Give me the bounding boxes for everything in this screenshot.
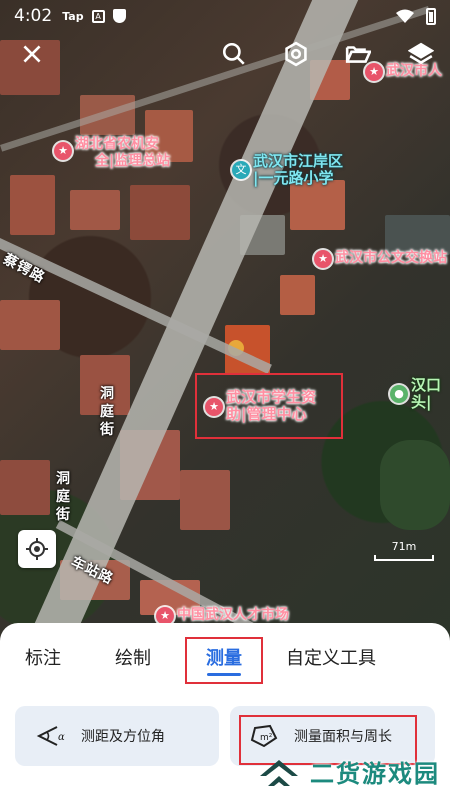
tap-app-icon: Tap: [62, 9, 84, 23]
street-label: 洞 庭 街: [100, 386, 115, 438]
notification-icon: A: [91, 9, 105, 23]
close-button[interactable]: [16, 38, 48, 70]
battery-icon: [426, 7, 436, 25]
locate-button[interactable]: [18, 530, 56, 568]
shield-icon: [112, 9, 126, 23]
poi-hankou[interactable]: ● 汉口 头|: [390, 377, 441, 411]
tools-sheet: 标注 绘制 测量 自定义工具 α 测距及方位角 m² 测量面积与周长 二货游戏园: [0, 623, 450, 799]
map-toolbar: [0, 32, 450, 76]
park-icon: ●: [390, 385, 408, 403]
tab-annotate[interactable]: 标注: [25, 647, 61, 671]
street-label: 洞 庭 街: [56, 471, 71, 523]
search-icon: [222, 42, 245, 65]
status-time: 4:02: [14, 6, 53, 26]
angle-icon: α: [36, 726, 65, 746]
status-bar: 4:02 Tap A: [0, 0, 450, 32]
poi-agri-machinery[interactable]: ★ 湖北省农机安 全|监理总站: [54, 136, 170, 170]
measure-distance-button[interactable]: α 测距及方位角: [15, 706, 219, 766]
close-icon: [23, 45, 41, 63]
tab-draw[interactable]: 绘制: [115, 647, 151, 671]
satellite-map[interactable]: ★ 武汉市人 ★ 湖北省农机安 全|监理总站 文 武汉市江岸区 |一元路小学 ★…: [0, 0, 450, 660]
svg-text:α: α: [58, 732, 65, 743]
crosshair-icon: [26, 538, 48, 560]
poi-star-icon: ★: [314, 250, 332, 268]
tool-tabs: 标注 绘制 测量 自定义工具: [0, 623, 450, 693]
poi-star-icon: ★: [54, 142, 72, 160]
tab-custom-tools[interactable]: 自定义工具: [286, 647, 376, 671]
tab-highlight-box: [185, 637, 263, 684]
search-button[interactable]: [218, 38, 250, 70]
wifi-icon: [396, 9, 414, 23]
layers-icon: [408, 42, 434, 65]
settings-button[interactable]: [280, 38, 312, 70]
open-folder-button[interactable]: [342, 38, 374, 70]
poi-primary-school[interactable]: 文 武汉市江岸区 |一元路小学: [232, 153, 343, 187]
map-scale: 71m: [374, 540, 434, 561]
watermark: 二货游戏园: [258, 754, 440, 789]
poi-highlight-box: [195, 373, 343, 439]
watermark-logo-icon: [260, 759, 298, 786]
gear-icon: [285, 41, 307, 67]
poi-document-exchange[interactable]: ★ 武汉市公文交换站: [314, 250, 447, 268]
layers-button[interactable]: [405, 38, 437, 70]
folder-icon: [345, 46, 371, 63]
school-icon: 文: [232, 161, 250, 179]
